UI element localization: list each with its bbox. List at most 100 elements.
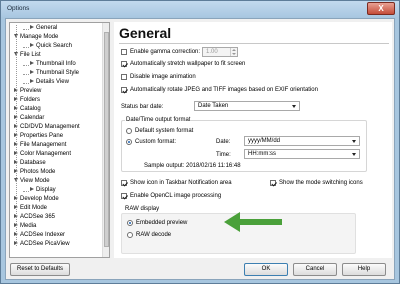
arrow-head bbox=[224, 212, 240, 232]
reset-defaults-button[interactable]: Reset to Defaults bbox=[10, 263, 70, 276]
opencl-checkbox[interactable] bbox=[121, 193, 127, 199]
tree-item-label: ACDSee PicaView bbox=[20, 241, 70, 247]
gamma-label: Enable gamma correction: bbox=[130, 49, 201, 55]
tree-item-label: Properties Pane bbox=[20, 133, 64, 139]
tree-item[interactable]: Color Management bbox=[14, 150, 71, 159]
raw-decode-radio[interactable] bbox=[127, 232, 133, 238]
expand-right-icon[interactable] bbox=[30, 25, 34, 30]
tree-item-label: Color Management bbox=[20, 151, 72, 157]
gamma-spin-icon[interactable] bbox=[230, 48, 237, 56]
date-format-select[interactable]: yyyy/MM/dd bbox=[244, 136, 360, 146]
tree-item[interactable]: Thumbnail Info bbox=[30, 60, 76, 69]
tree-item[interactable]: Database bbox=[14, 159, 46, 168]
tree-item-label: Catalog bbox=[20, 106, 41, 112]
chevron-down-icon bbox=[352, 153, 356, 156]
tree-item-label: Photos Mode bbox=[20, 169, 56, 175]
tree-item[interactable]: Details View bbox=[30, 78, 69, 87]
title-bar[interactable]: Options X bbox=[1, 1, 399, 17]
tree-scroll-thumb[interactable] bbox=[104, 32, 109, 247]
tree-item[interactable]: ACDSee 365 bbox=[14, 213, 55, 222]
date-format-value: yyyy/MM/dd bbox=[248, 138, 281, 144]
disable-animation-label: Disable image animation bbox=[130, 74, 196, 80]
tree-item-label: Quick Search bbox=[36, 43, 73, 49]
tree-item[interactable]: ACDSee Indexer bbox=[14, 231, 65, 240]
tree-connector bbox=[23, 190, 29, 192]
tree-item[interactable]: Folders bbox=[14, 96, 40, 105]
datetime-format-title: Date/Time output format bbox=[125, 116, 192, 124]
tree-item[interactable]: File List bbox=[14, 51, 41, 60]
tree-item[interactable]: Thumbnail Style bbox=[30, 69, 79, 78]
tree-item[interactable]: Catalog bbox=[14, 105, 41, 114]
tree-item[interactable]: File Management bbox=[14, 141, 66, 150]
status-bar-date-select[interactable]: Date Taken bbox=[194, 101, 300, 111]
tree-item[interactable]: CD/DVD Management bbox=[14, 123, 80, 132]
tree-item[interactable]: Preview bbox=[14, 87, 41, 96]
tree-item-label: CD/DVD Management bbox=[20, 124, 80, 130]
sample-output-label: Sample output: bbox=[144, 163, 185, 169]
disable-animation-checkbox[interactable] bbox=[121, 74, 127, 80]
default-format-radio[interactable] bbox=[126, 128, 132, 134]
tree-item[interactable]: Quick Search bbox=[30, 42, 72, 51]
sample-output-value: 2018/02/16 11:16:48 bbox=[186, 163, 241, 169]
tree-item-label: Folders bbox=[20, 97, 41, 103]
arrow-shaft bbox=[238, 219, 282, 225]
tree-item-label: Thumbnail Info bbox=[36, 61, 76, 67]
tree-item-label: General bbox=[36, 25, 58, 31]
close-button[interactable]: X bbox=[367, 2, 395, 15]
tree-item-label: Develop Mode bbox=[20, 196, 59, 202]
tree-item[interactable]: Media bbox=[14, 222, 36, 231]
tree-item-label: Media bbox=[20, 223, 37, 229]
ok-button[interactable]: OK bbox=[244, 263, 288, 276]
time-format-select[interactable]: HH:mm:ss bbox=[244, 149, 360, 159]
tree-connector bbox=[23, 28, 29, 30]
tree-item[interactable]: Edit Mode bbox=[14, 204, 47, 213]
tree-connector bbox=[23, 73, 29, 75]
embedded-preview-radio[interactable] bbox=[127, 220, 133, 226]
stretch-wallpaper-checkbox[interactable] bbox=[121, 61, 127, 67]
tree-scrollbar[interactable] bbox=[102, 23, 109, 257]
tree-item[interactable]: Photos Mode bbox=[14, 168, 55, 177]
gamma-stepper[interactable]: 1.00 bbox=[202, 47, 238, 57]
status-bar-date-value: Date Taken bbox=[198, 103, 229, 109]
window-title: Options bbox=[7, 5, 30, 12]
expand-right-icon[interactable] bbox=[30, 61, 34, 66]
expand-right-icon[interactable] bbox=[30, 187, 34, 192]
tree-item-label: ACDSee 365 bbox=[20, 214, 56, 220]
taskbar-icon-checkbox[interactable] bbox=[121, 180, 127, 186]
status-bar-date-label: Status bar date: bbox=[121, 104, 164, 110]
tree-item[interactable]: ACDSee PicaView bbox=[14, 240, 70, 249]
heading-divider bbox=[119, 43, 389, 44]
options-tree[interactable]: General Manage Mode Quick Search File List T… bbox=[9, 22, 110, 258]
tree-item-label: Thumbnail Style bbox=[36, 70, 80, 76]
mode-switch-label: Show the mode switching icons bbox=[279, 180, 363, 186]
tree-item[interactable]: Manage Mode bbox=[14, 33, 58, 42]
tree-item-label: Manage Mode bbox=[20, 34, 59, 40]
tree-item[interactable]: Display bbox=[30, 186, 56, 195]
tree-item[interactable]: Calendar bbox=[14, 114, 44, 123]
mode-switch-checkbox[interactable] bbox=[270, 180, 276, 186]
custom-format-radio[interactable] bbox=[126, 139, 132, 145]
date-label: Date: bbox=[216, 139, 231, 145]
tree-item[interactable]: Properties Pane bbox=[14, 132, 63, 141]
taskbar-icon-label: Show icon in Taskbar Notification area bbox=[130, 180, 232, 186]
settings-panel: General Enable gamma correction: 1.00 Au… bbox=[114, 22, 392, 258]
chevron-down-icon bbox=[352, 140, 356, 143]
tree-item-label: Calendar bbox=[20, 115, 45, 121]
raw-display-title: RAW display bbox=[125, 206, 160, 212]
expand-right-icon[interactable] bbox=[30, 70, 34, 75]
tree-item[interactable]: Develop Mode bbox=[14, 195, 59, 204]
expand-right-icon[interactable] bbox=[30, 79, 34, 84]
gamma-checkbox[interactable] bbox=[121, 49, 127, 55]
tree-item-label: Preview bbox=[20, 88, 42, 94]
cancel-button[interactable]: Cancel bbox=[293, 263, 337, 276]
tree-connector bbox=[23, 46, 29, 48]
page-title: General bbox=[119, 25, 172, 41]
help-button[interactable]: Help bbox=[342, 263, 386, 276]
tree-item-label: File List bbox=[20, 52, 41, 58]
tree-item[interactable]: View Mode bbox=[14, 177, 50, 186]
tree-item-label: ACDSee Indexer bbox=[20, 232, 66, 238]
tree-connector bbox=[23, 64, 29, 66]
expand-right-icon[interactable] bbox=[30, 43, 34, 48]
tree-item[interactable]: General bbox=[30, 24, 57, 33]
auto-rotate-checkbox[interactable] bbox=[121, 87, 127, 93]
